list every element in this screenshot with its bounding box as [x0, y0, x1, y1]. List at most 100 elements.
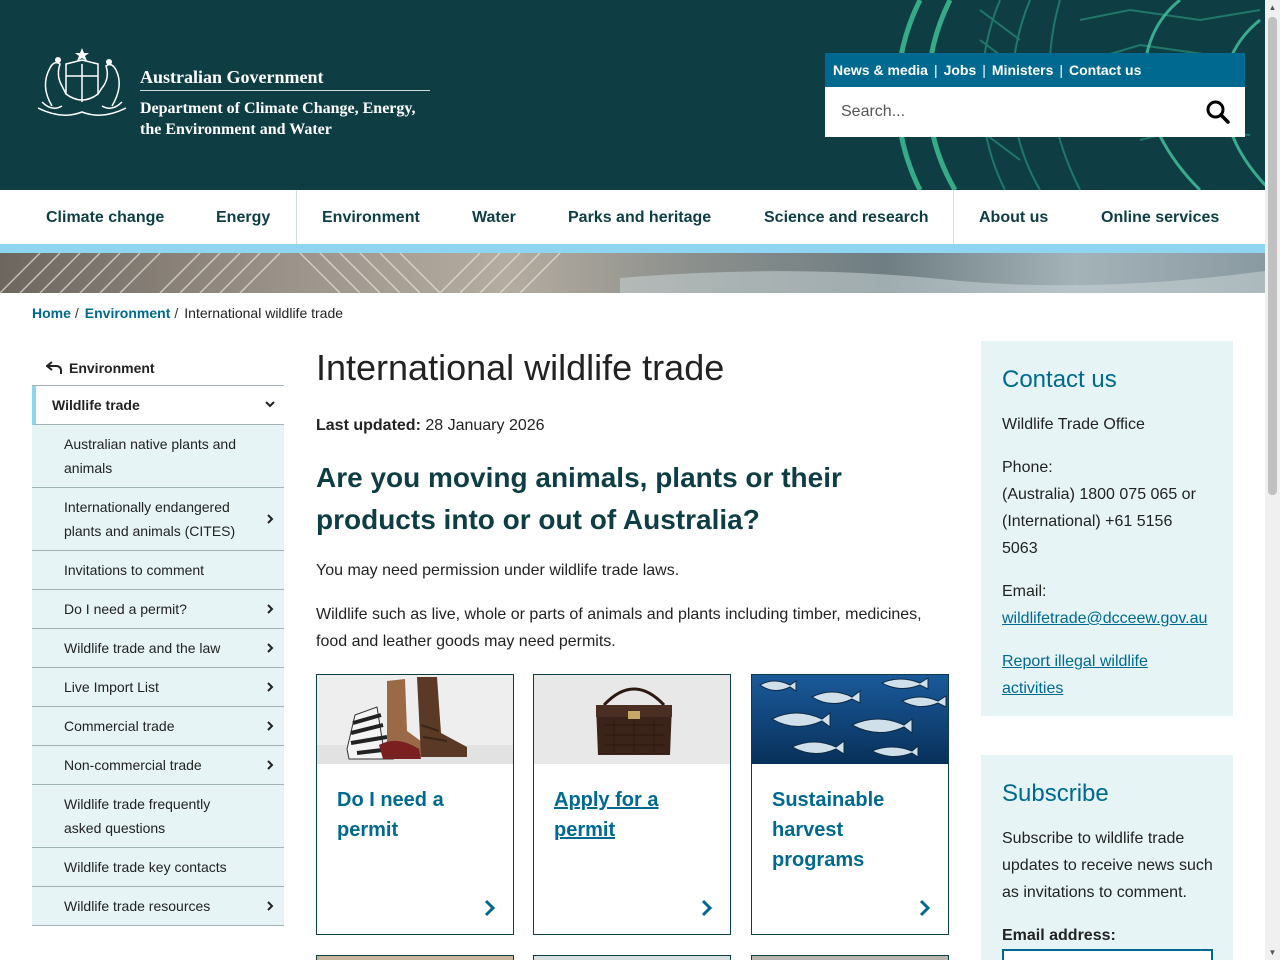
section-heading: Are you moving animals, plants or their …: [316, 462, 842, 535]
card-title[interactable]: Apply for a permit: [554, 785, 714, 845]
card-sustainable-harvest[interactable]: Sustainable harvest programs: [751, 674, 949, 935]
sidenav-item-cites[interactable]: Internationally endangered plants and an…: [32, 488, 284, 551]
chevron-right-icon: [267, 901, 274, 911]
government-logo[interactable]: Australian Government Department of Clim…: [32, 46, 442, 146]
nav-energy[interactable]: Energy: [216, 209, 270, 227]
chevron-right-icon: [267, 604, 274, 614]
sidenav-item-native-plants[interactable]: Australian native plants and animals: [32, 425, 284, 488]
chevron-right-icon: [267, 643, 274, 653]
nav-parks-heritage[interactable]: Parks and heritage: [568, 209, 711, 227]
contact-phone-au: (Australia) 1800 075 065 or: [1002, 486, 1196, 503]
nav-online-services[interactable]: Online services: [1101, 209, 1219, 227]
sidenav-item-label: Wildlife trade and the law: [64, 640, 221, 656]
sidenav-item-faq[interactable]: Wildlife trade frequently asked question…: [32, 785, 284, 848]
sidenav-item-label: Wildlife trade resources: [64, 898, 211, 914]
sidenav-parent-link[interactable]: Environment: [32, 350, 284, 386]
chevron-right-icon: [701, 899, 713, 917]
card-partial[interactable]: [751, 955, 949, 960]
logo-divider: [140, 90, 430, 91]
contact-us-link[interactable]: Contact us: [1069, 62, 1141, 78]
nav-climate-change[interactable]: Climate change: [46, 209, 164, 227]
sidenav-item-label: Australian native plants and animals: [64, 436, 236, 476]
sidenav-item-label: Internationally endangered plants and an…: [64, 499, 236, 539]
nav-divider: [296, 190, 297, 244]
scroll-thumb[interactable]: [1268, 17, 1277, 495]
ministers-link[interactable]: Ministers: [992, 62, 1053, 78]
jobs-link[interactable]: Jobs: [944, 62, 977, 78]
nav-accent-stripe: [0, 244, 1265, 253]
breadcrumb-separator: /: [174, 305, 179, 321]
nav-environment[interactable]: Environment: [322, 209, 420, 227]
card-partial[interactable]: [316, 955, 514, 960]
sidenav-item-commercial[interactable]: Commercial trade: [32, 707, 284, 746]
contact-heading: Contact us: [1002, 366, 1117, 393]
contact-phone-label: Phone:: [1002, 459, 1053, 476]
intro-paragraph: You may need permission under wildlife t…: [316, 562, 680, 579]
nav-water[interactable]: Water: [472, 209, 516, 227]
separator: |: [1059, 62, 1064, 78]
breadcrumb-home[interactable]: Home: [32, 305, 71, 321]
last-updated-value: 28 January 2026: [425, 417, 545, 434]
chevron-right-icon: [484, 899, 496, 917]
page-title: International wildlife trade: [316, 347, 725, 388]
subscribe-heading: Subscribe: [1002, 780, 1109, 807]
contact-email-link[interactable]: wildlifetrade@dcceew.gov.au: [1002, 610, 1207, 627]
department-name: Department of Climate Change, Energy, th…: [140, 100, 416, 138]
sidenav-item-invitations[interactable]: Invitations to comment: [32, 551, 284, 590]
card-partial[interactable]: [533, 955, 731, 960]
sidenav-item-label: Wildlife trade key contacts: [64, 859, 227, 875]
back-arrow-icon: [46, 360, 62, 374]
breadcrumb-environment[interactable]: Environment: [85, 305, 171, 321]
nav-science-research[interactable]: Science and research: [764, 209, 929, 227]
sidenav-item-resources[interactable]: Wildlife trade resources: [32, 887, 284, 926]
government-name: Australian Government: [140, 67, 324, 87]
card-need-permit[interactable]: Do I need a permit: [316, 674, 514, 935]
chevron-right-icon: [919, 899, 931, 917]
email-address-input[interactable]: [1002, 949, 1213, 960]
main-navigation: Climate change Energy Environment Water …: [0, 190, 1265, 244]
email-address-label: Email address:: [1002, 927, 1116, 944]
contact-panel: Contact us Wildlife Trade Office Phone: …: [981, 341, 1233, 716]
contact-email-label: Email:: [1002, 583, 1047, 600]
separator: |: [982, 62, 986, 78]
sidenav-item-non-commercial[interactable]: Non-commercial trade: [32, 746, 284, 785]
sidenav-item-wildlife-trade[interactable]: Wildlife trade: [32, 386, 284, 425]
search-input[interactable]: [825, 88, 1185, 136]
page-scrollbar[interactable]: ▲ ▼: [1265, 0, 1280, 960]
chevron-right-icon: [267, 514, 274, 524]
last-updated: Last updated: 28 January 2026: [316, 417, 956, 435]
boots-image: [317, 675, 513, 764]
sidenav-item-live-import[interactable]: Live Import List: [32, 668, 284, 707]
section-navigation: Environment Wildlife trade Australian na…: [32, 350, 284, 926]
sidenav-item-label: Invitations to comment: [64, 562, 205, 578]
breadcrumb-current: International wildlife trade: [184, 305, 344, 321]
sidenav-item-trade-law[interactable]: Wildlife trade and the law: [32, 629, 284, 668]
sidenav-item-label: Commercial trade: [64, 718, 175, 734]
sidenav-item-need-permit[interactable]: Do I need a permit?: [32, 590, 284, 629]
tuna-image: [752, 675, 948, 764]
sidenav-item-label: Live Import List: [64, 679, 159, 695]
scroll-down-arrow-icon[interactable]: ▼: [1265, 945, 1280, 960]
card-title[interactable]: Do I need a permit: [337, 785, 497, 845]
main-content: International wildlife trade Last update…: [316, 345, 956, 655]
sidenav-item-key-contacts[interactable]: Wildlife trade key contacts: [32, 848, 284, 887]
news-media-link[interactable]: News & media: [833, 62, 928, 78]
scroll-up-arrow-icon[interactable]: ▲: [1265, 0, 1280, 15]
chevron-right-icon: [267, 721, 274, 731]
report-illegal-link[interactable]: Report illegal wildlife activities: [1002, 653, 1148, 697]
handbag-image: [534, 675, 730, 764]
nav-about-us[interactable]: About us: [979, 209, 1048, 227]
chevron-down-icon[interactable]: [264, 398, 276, 410]
sidenav-item-label: Non-commercial trade: [64, 757, 202, 773]
card-title[interactable]: Sustainable harvest programs: [772, 785, 932, 875]
breadcrumb: Home / Environment / International wildlife …: [32, 305, 343, 321]
subscribe-panel: Subscribe Subscribe to wildlife trade up…: [981, 755, 1233, 960]
card-apply-permit[interactable]: Apply for a permit: [533, 674, 731, 935]
chevron-right-icon: [267, 682, 274, 692]
search-icon[interactable]: [1205, 99, 1231, 125]
utility-nav: News & media | Jobs | Ministers | Contac…: [825, 53, 1245, 87]
sidenav-item-label: Do I need a permit?: [64, 601, 187, 617]
nav-divider: [953, 190, 954, 244]
coat-of-arms-icon: [37, 48, 127, 116]
chevron-right-icon: [267, 760, 274, 770]
